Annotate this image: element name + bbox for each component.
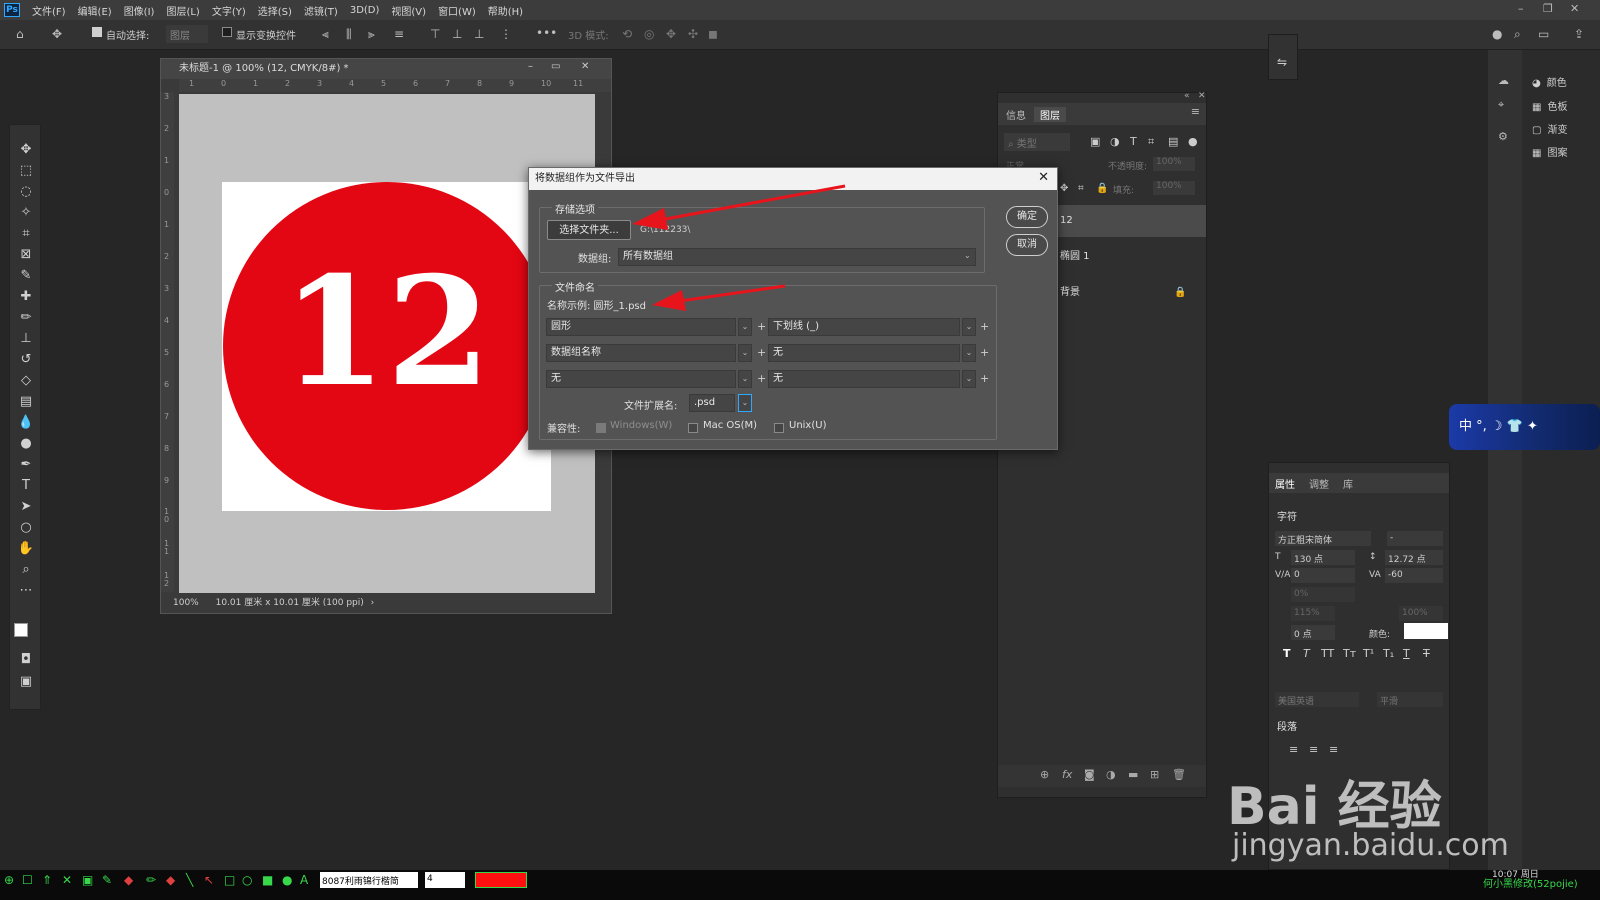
ime-toolbar[interactable]: 中 °, ☽ 👕 ✦ [1449,404,1600,450]
taskbar: ⊕ ☐ ⇑ ✕ ▣ ✎ ◆ ✏ ◆ ╲ ↖ □ ○ ■ ● A 8087利雨锦行… [0,870,1600,900]
color-picker[interactable] [475,872,527,888]
tb-tool-icon[interactable]: ⇑ [42,873,52,887]
baseline-field[interactable]: 0 点 [1291,625,1335,640]
tb-tool-icon[interactable]: ● [282,873,292,887]
tab-adjustments[interactable]: 调整 [1309,476,1329,491]
patterns-panel-item[interactable]: ▦ 图案 [1532,144,1567,159]
annotation-arrowhead-1 [632,208,668,230]
tsume-field[interactable]: 0% [1291,587,1355,602]
watermark-url: jingyan.baidu.com [1232,828,1509,863]
tab-libraries[interactable]: 库 [1343,476,1353,491]
tb-tool-icon[interactable]: □ [224,873,235,887]
kerning-icon: V/A [1275,570,1291,580]
tb-tool-icon[interactable]: ◆ [166,873,175,887]
adjust-icon[interactable]: ☁ [1498,74,1509,87]
font-size-icon: T [1275,552,1281,562]
font-style-select[interactable]: - [1387,531,1443,546]
tb-tool-icon[interactable]: ↖ [204,873,214,887]
annotation-arrow-1 [659,184,846,222]
tb-tool-icon[interactable]: ☐ [22,873,33,887]
signature-text: 何小黑修改(52pojie) [1483,879,1578,890]
color-panel-item[interactable]: ◕ 颜色 [1532,74,1567,89]
gradients-icon: ▢ [1532,125,1542,136]
font-family-select[interactable]: 方正粗宋简体 [1275,531,1371,546]
tb-tool-icon[interactable]: A [300,873,308,887]
align-right-icon[interactable]: ≡ [1329,743,1338,756]
paragraph-title: 段落 [1277,722,1297,733]
gradients-panel-item[interactable]: ▢ 渐变 [1532,121,1567,136]
tb-tool-icon[interactable]: ✏ [146,873,156,887]
language-select[interactable]: 美国英语 [1275,692,1359,707]
character-title: 字符 [1277,512,1297,523]
right-dock: ☁ ⌖ ⚙ ◕ 颜色 ▦ 色板 ▢ 渐变 ▦ 图案 [1488,50,1600,870]
align-center-icon[interactable]: ≡ [1309,743,1318,756]
right-icon-column: ☁ ⌖ ⚙ [1488,50,1522,870]
align-left-icon[interactable]: ≡ [1289,743,1298,756]
color-label: 颜色: [1369,630,1391,640]
vertical-scale-field[interactable]: 115% [1291,606,1335,621]
swatches-icon: ▦ [1532,102,1542,113]
faux-bold-icon[interactable]: T [1283,647,1291,660]
swatches-panel-item[interactable]: ▦ 色板 [1532,98,1567,113]
tb-tool-icon[interactable]: ▣ [82,873,93,887]
strikethrough-icon[interactable]: T [1423,647,1430,660]
all-caps-icon[interactable]: TT [1321,647,1334,660]
tb-tool-icon[interactable]: ⊕ [4,873,14,887]
subscript-icon[interactable]: T₁ [1383,647,1394,660]
tracking-icon: VA [1369,570,1381,580]
tb-tool-icon[interactable]: ✎ [102,873,112,887]
text-color-swatch[interactable] [1404,623,1448,639]
small-caps-icon[interactable]: Tт [1343,647,1356,660]
tb-tool-icon[interactable]: ■ [262,873,273,887]
faux-italic-icon[interactable]: T [1303,647,1310,660]
font-size-select[interactable]: 4 [425,872,465,888]
superscript-icon[interactable]: T¹ [1363,647,1374,660]
patterns-icon: ▦ [1532,148,1542,159]
horizontal-scale-field[interactable]: 100% [1399,606,1443,621]
tb-tool-icon[interactable]: ╲ [186,873,193,887]
leading-field[interactable]: 12.72 点 [1385,550,1443,565]
annotation-arrow-2 [679,284,786,303]
tab-properties[interactable]: 属性 [1275,476,1295,491]
kerning-field[interactable]: 0 [1291,568,1355,583]
tb-tool-icon[interactable]: ✕ [62,873,72,887]
font-size-field[interactable]: 130 点 [1291,550,1355,565]
tracking-field[interactable]: -60 [1385,568,1443,583]
tb-tool-icon[interactable]: ◆ [124,873,133,887]
font-name-select[interactable]: 8087利雨锦行楷简 [320,872,418,888]
styles-icon[interactable]: ⚙ [1498,130,1508,143]
annotation-arrowhead-2 [652,290,686,311]
paths-icon[interactable]: ⌖ [1498,98,1504,112]
tb-tool-icon[interactable]: ○ [242,873,252,887]
props-tab-bar: 属性 调整 库 [1269,473,1449,493]
antialias-select[interactable]: 平滑 [1377,692,1443,707]
color-icon: ◕ [1532,78,1541,89]
leading-icon: ↕ [1369,552,1377,562]
underline-icon[interactable]: T [1403,647,1410,660]
